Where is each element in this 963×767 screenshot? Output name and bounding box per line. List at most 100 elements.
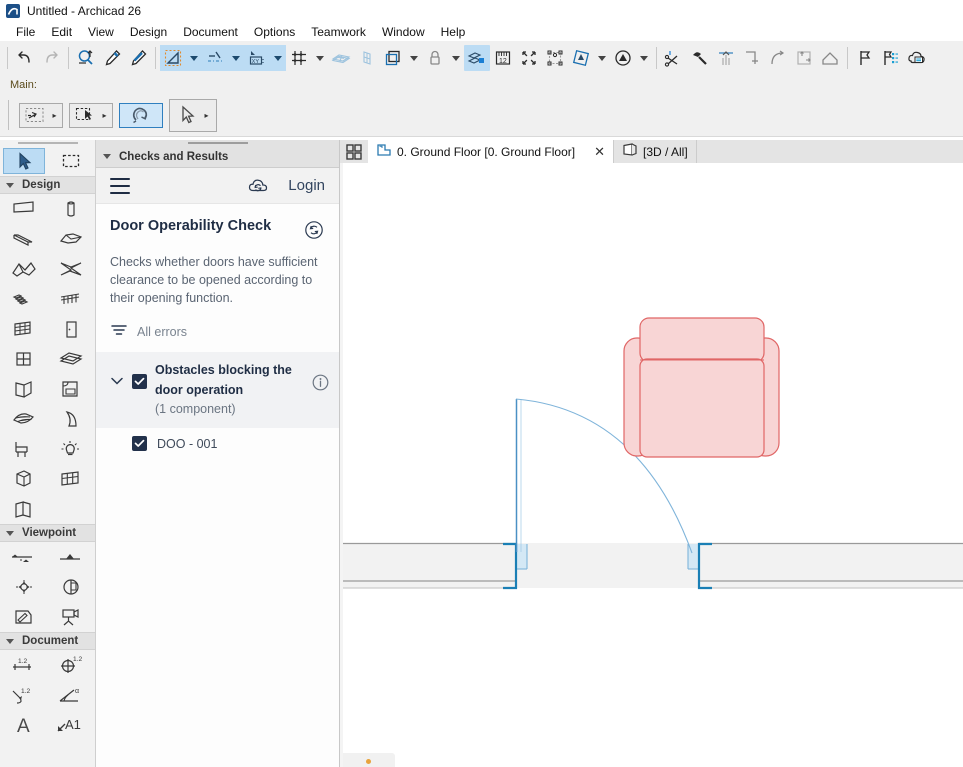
quick-selection-button[interactable]: ▸ xyxy=(19,102,63,128)
tab-ground-floor[interactable]: 0. Ground Floor [0. Ground Floor] ✕ xyxy=(368,140,614,163)
grid-snap-dropdown[interactable] xyxy=(312,45,328,71)
wireframe-icon[interactable] xyxy=(354,45,380,71)
grid-element-tool[interactable] xyxy=(48,464,96,494)
login-button[interactable]: Login xyxy=(288,177,325,194)
layers-icon[interactable] xyxy=(380,45,406,71)
elevation-tool[interactable] xyxy=(48,542,96,572)
guide-lines-dropdown[interactable] xyxy=(186,45,202,71)
issue-item-doo-001[interactable]: DOO - 001 xyxy=(96,428,339,460)
marquee-zoom-icon[interactable] xyxy=(73,45,99,71)
tab-3d-all[interactable]: [3D / All] xyxy=(614,140,697,163)
morph-tool[interactable] xyxy=(0,404,48,434)
grid-snap-icon[interactable] xyxy=(286,45,312,71)
floor-plan-canvas[interactable] xyxy=(340,163,963,767)
arrow-tool[interactable] xyxy=(0,146,48,176)
lock-dropdown[interactable] xyxy=(448,45,464,71)
label-tool[interactable]: A1 xyxy=(48,710,96,740)
eyedropper-icon[interactable] xyxy=(99,45,125,71)
menu-item-window[interactable]: Window xyxy=(374,24,433,40)
layers-dropdown[interactable] xyxy=(406,45,422,71)
flag-icon[interactable] xyxy=(852,45,878,71)
marquee-tool[interactable] xyxy=(48,146,96,176)
home-story-icon[interactable] xyxy=(817,45,843,71)
refresh-circle-icon[interactable] xyxy=(303,219,325,244)
beam-tool[interactable] xyxy=(0,224,48,254)
shell-tool[interactable] xyxy=(48,254,96,284)
camera-tool[interactable] xyxy=(48,602,96,632)
undo-icon[interactable] xyxy=(12,45,38,71)
menu-item-teamwork[interactable]: Teamwork xyxy=(303,24,374,40)
drag-rotate-button[interactable] xyxy=(119,102,163,128)
redo-icon[interactable] xyxy=(38,45,64,71)
armchair[interactable] xyxy=(623,317,780,458)
detail-tool[interactable] xyxy=(48,572,96,602)
chair-object-tool[interactable] xyxy=(0,434,48,464)
snap-guide-icon[interactable] xyxy=(160,45,186,71)
mesh-icon[interactable] xyxy=(328,45,354,71)
curve-icon[interactable] xyxy=(765,45,791,71)
wall-end-tool[interactable] xyxy=(0,374,48,404)
arrow-tool-dropdown-arrow[interactable]: ▸ xyxy=(201,111,212,120)
cloud-sync-icon[interactable] xyxy=(246,175,272,197)
lock-icon[interactable] xyxy=(422,45,448,71)
railing-tool[interactable] xyxy=(48,284,96,314)
syringe-icon[interactable] xyxy=(125,45,151,71)
canvas-bottom-corner-widget[interactable] xyxy=(343,753,395,767)
close-icon[interactable]: ✕ xyxy=(594,144,605,160)
mep-tool[interactable] xyxy=(0,464,48,494)
arrow-tool-button[interactable]: ▸ xyxy=(169,98,217,132)
hamburger-menu-icon[interactable] xyxy=(110,177,130,194)
cloud-collab-icon[interactable] xyxy=(904,45,930,71)
stair-tool[interactable] xyxy=(0,284,48,314)
filter-row[interactable]: All errors xyxy=(96,307,339,340)
roof-tool[interactable] xyxy=(0,254,48,284)
info-circle-icon[interactable] xyxy=(312,374,329,394)
marquee-button[interactable]: ▸ xyxy=(69,102,113,128)
coordinate-input-icon[interactable]: XY xyxy=(244,45,270,71)
menu-item-edit[interactable]: Edit xyxy=(43,24,80,40)
level-dimension-tool[interactable]: 1.2 xyxy=(48,650,96,680)
resize-icon[interactable] xyxy=(791,45,817,71)
opening-tool[interactable] xyxy=(0,494,48,524)
text-tool[interactable]: A xyxy=(0,710,48,740)
corner-icon[interactable] xyxy=(739,45,765,71)
toolbox-section-document[interactable]: Document xyxy=(0,632,95,650)
menu-item-view[interactable]: View xyxy=(80,24,122,40)
flag-list-icon[interactable] xyxy=(878,45,904,71)
section-tool[interactable] xyxy=(0,542,48,572)
magic-wand-icon[interactable] xyxy=(687,45,713,71)
interior-elevation-tool[interactable] xyxy=(0,572,48,602)
menu-item-file[interactable]: File xyxy=(8,24,43,40)
window-tool[interactable] xyxy=(0,344,48,374)
slab-tool[interactable] xyxy=(48,224,96,254)
curtain-wall-tool[interactable] xyxy=(0,314,48,344)
linear-dimension-tool[interactable]: 1.2 xyxy=(0,650,48,680)
toolbox-section-viewpoint[interactable]: Viewpoint xyxy=(0,524,95,542)
tab-grid-icon[interactable] xyxy=(340,140,368,163)
snap-points-dropdown[interactable] xyxy=(228,45,244,71)
issue-group-obstacles[interactable]: Obstacles blocking the door operation (1… xyxy=(96,352,339,429)
quick-selection-dropdown-arrow[interactable]: ▸ xyxy=(49,111,60,120)
menu-item-help[interactable]: Help xyxy=(433,24,474,40)
marquee-dropdown-arrow[interactable]: ▸ xyxy=(99,111,110,120)
worksheet-tool[interactable] xyxy=(0,602,48,632)
renovation-filter-icon[interactable] xyxy=(568,45,594,71)
radial-dimension-tool[interactable]: 1.2 xyxy=(0,680,48,710)
issue-item-checkbox[interactable] xyxy=(132,436,147,452)
panel-header[interactable]: Checks and Results xyxy=(96,146,339,168)
column-tool[interactable] xyxy=(48,194,96,224)
renovation-filter-dropdown[interactable] xyxy=(594,45,610,71)
door-tool[interactable] xyxy=(48,314,96,344)
object-tool[interactable] xyxy=(48,374,96,404)
chevron-down-icon[interactable] xyxy=(110,375,124,389)
wall-tool[interactable] xyxy=(0,194,48,224)
menu-item-document[interactable]: Document xyxy=(175,24,246,40)
angle-dimension-tool[interactable]: α xyxy=(48,680,96,710)
toolbox-section-design[interactable]: Design xyxy=(0,176,95,194)
zone-tool[interactable] xyxy=(48,404,96,434)
filter-icon[interactable] xyxy=(110,323,128,340)
skylight-tool[interactable] xyxy=(48,344,96,374)
trim-icon[interactable] xyxy=(661,45,687,71)
coordinate-input-dropdown[interactable] xyxy=(270,45,286,71)
partial-structure-dropdown[interactable] xyxy=(636,45,652,71)
